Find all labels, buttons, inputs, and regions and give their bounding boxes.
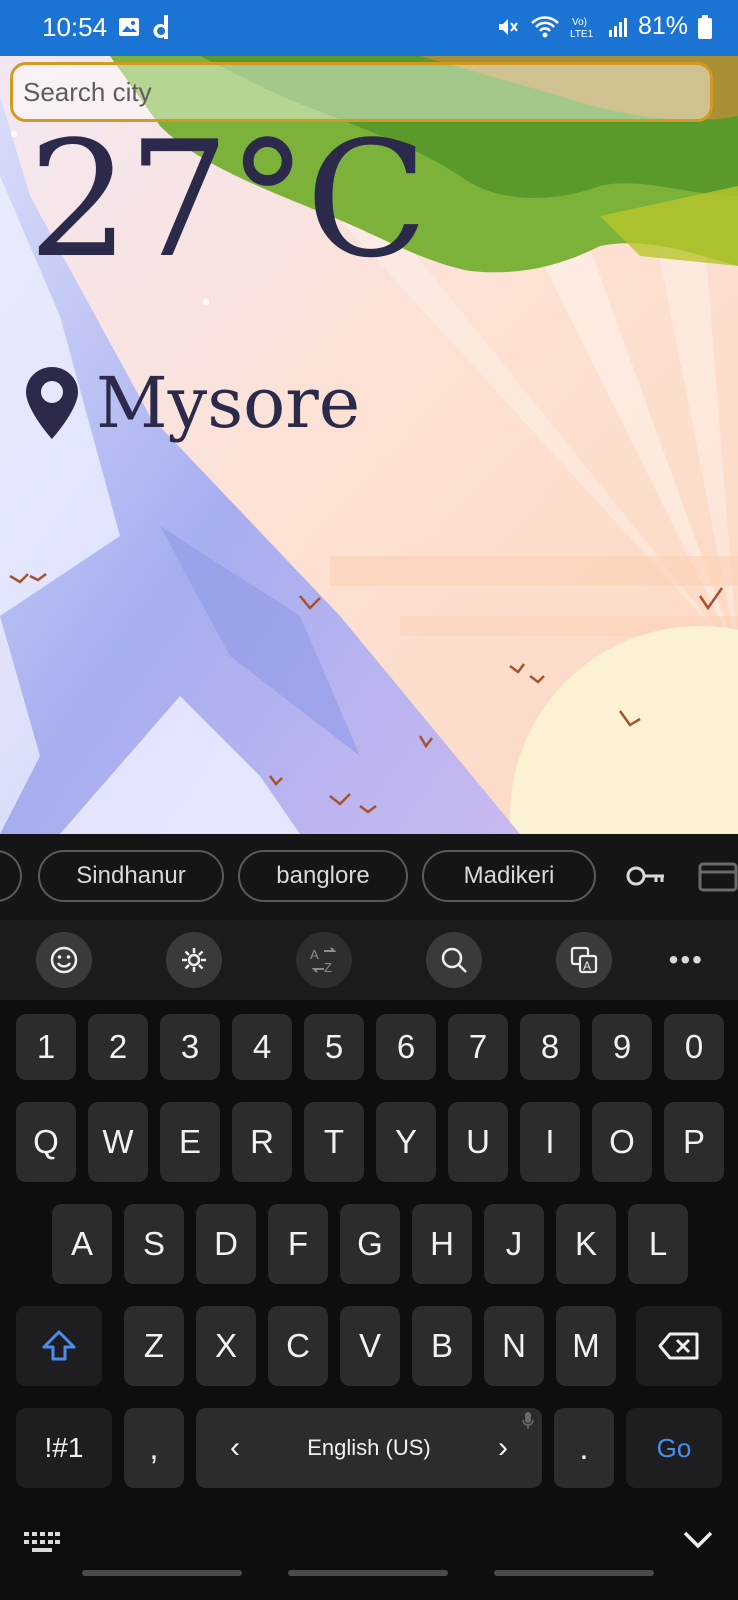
key[interactable]: 4: [232, 1014, 292, 1080]
key[interactable]: 8: [520, 1014, 580, 1080]
key[interactable]: V: [340, 1306, 400, 1386]
search-icon: [441, 947, 467, 973]
key[interactable]: 3: [160, 1014, 220, 1080]
key[interactable]: G: [340, 1204, 400, 1284]
svg-text:A: A: [310, 947, 319, 962]
key[interactable]: U: [448, 1102, 508, 1182]
key[interactable]: J: [484, 1204, 544, 1284]
key[interactable]: I: [520, 1102, 580, 1182]
clipboard-icon[interactable]: [698, 862, 738, 892]
key[interactable]: 1: [16, 1014, 76, 1080]
symbols-key[interactable]: !#1: [16, 1408, 112, 1488]
key[interactable]: 0: [664, 1014, 724, 1080]
key[interactable]: 6: [376, 1014, 436, 1080]
key[interactable]: K: [556, 1204, 616, 1284]
key[interactable]: 9: [592, 1014, 652, 1080]
key[interactable]: X: [196, 1306, 256, 1386]
status-bar: 10:54 Vo) LTE1 81%: [0, 0, 738, 56]
translate-icon: AZ: [310, 947, 337, 975]
key[interactable]: B: [412, 1306, 472, 1386]
microphone-icon: [522, 1412, 534, 1429]
svg-text:LTE1: LTE1: [570, 29, 594, 40]
key[interactable]: Z: [124, 1306, 184, 1386]
key[interactable]: 2: [88, 1014, 148, 1080]
key[interactable]: M: [556, 1306, 616, 1386]
key[interactable]: L: [628, 1204, 688, 1284]
battery-percent: 81%: [637, 12, 688, 40]
suggestion-chip[interactable]: banglore: [238, 850, 408, 902]
city-name: Mysore: [96, 362, 361, 444]
mute-icon: [498, 18, 518, 35]
key-icon[interactable]: [626, 864, 666, 888]
status-time: 10:54: [42, 12, 108, 42]
space-left-arrow: ‹: [230, 1431, 240, 1464]
volte-icon: Vo)LTE1: [570, 17, 594, 40]
comma-key[interactable]: ,: [124, 1408, 184, 1488]
key[interactable]: Q: [16, 1102, 76, 1182]
d-app-icon: [153, 15, 168, 39]
search-button[interactable]: [426, 932, 482, 988]
svg-text:A: A: [583, 959, 591, 973]
key[interactable]: N: [484, 1306, 544, 1386]
suggestion-chip[interactable]: Madikeri: [422, 850, 596, 902]
key[interactable]: D: [196, 1204, 256, 1284]
emoji-icon: [50, 946, 78, 974]
backspace-icon: [658, 1332, 699, 1360]
shift-icon: [42, 1330, 76, 1361]
text-style-icon: A: [570, 946, 598, 974]
location-row: Mysore: [26, 362, 360, 444]
key[interactable]: S: [124, 1204, 184, 1284]
keyboard-toolbar: AZ A •••: [0, 920, 738, 1000]
suggestion-bar: Sindhanur banglore Madikeri: [0, 834, 738, 920]
temperature: 27°C: [28, 106, 428, 293]
shift-key[interactable]: [16, 1306, 102, 1386]
key[interactable]: W: [88, 1102, 148, 1182]
space-right-arrow: ›: [498, 1431, 508, 1464]
nav-home-handle[interactable]: [288, 1570, 448, 1576]
key[interactable]: 7: [448, 1014, 508, 1080]
key[interactable]: T: [304, 1102, 364, 1182]
backspace-key[interactable]: [636, 1306, 722, 1386]
suggestion-chip[interactable]: Sindhanur: [38, 850, 224, 902]
svg-text:Vo): Vo): [572, 17, 587, 28]
key[interactable]: P: [664, 1102, 724, 1182]
image-icon: [119, 18, 139, 36]
key[interactable]: H: [412, 1204, 472, 1284]
text-style-button[interactable]: A: [556, 932, 612, 988]
key[interactable]: E: [160, 1102, 220, 1182]
key[interactable]: C: [268, 1306, 328, 1386]
svg-text:Z: Z: [324, 960, 332, 975]
period-key[interactable]: .: [554, 1408, 614, 1488]
emoji-button[interactable]: [36, 932, 92, 988]
keyboard-grid-icon[interactable]: [24, 1532, 60, 1554]
key[interactable]: A: [52, 1204, 112, 1284]
settings-icon: [182, 948, 206, 972]
key[interactable]: O: [592, 1102, 652, 1182]
key[interactable]: F: [268, 1204, 328, 1284]
suggestion-chip-partial[interactable]: [0, 850, 22, 902]
go-key[interactable]: Go: [626, 1408, 722, 1488]
wifi-icon: [531, 15, 559, 37]
on-screen-keyboard: Sindhanur banglore Madikeri AZ A ••• 1 2…: [0, 834, 738, 1600]
space-key-label: English (US): [307, 1435, 431, 1460]
key[interactable]: Y: [376, 1102, 436, 1182]
keyboard-bottom-bar: [0, 1510, 738, 1600]
more-options-icon[interactable]: •••: [669, 944, 704, 976]
signal-icon: [608, 17, 627, 37]
translate-button[interactable]: AZ: [296, 932, 352, 988]
nav-back-handle[interactable]: [494, 1570, 654, 1576]
weather-scene: 27°C Mysore: [0, 56, 738, 834]
key[interactable]: R: [232, 1102, 292, 1182]
battery-icon: [698, 14, 712, 39]
chevron-down-icon[interactable]: [682, 1530, 714, 1550]
space-key[interactable]: ‹ English (US) ›: [196, 1408, 542, 1488]
settings-button[interactable]: [166, 932, 222, 988]
location-pin-icon: [26, 367, 78, 439]
nav-recents-handle[interactable]: [82, 1570, 242, 1576]
key[interactable]: 5: [304, 1014, 364, 1080]
